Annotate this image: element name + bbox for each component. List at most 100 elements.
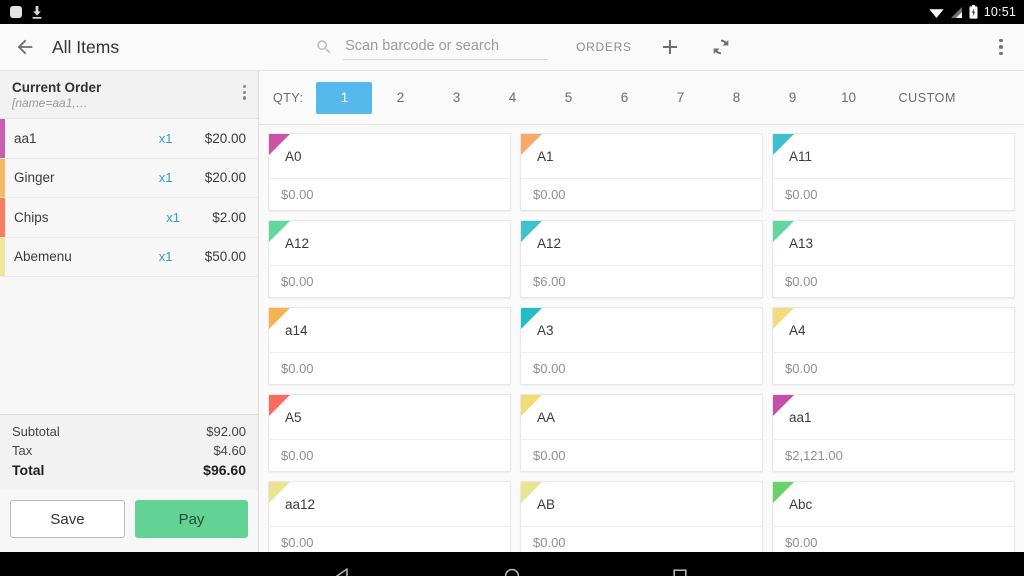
quantity-option-5[interactable]: 5 [540,82,596,114]
order-item-name: Ginger [14,170,55,186]
nav-back-icon[interactable] [334,566,354,576]
nav-recents-icon[interactable] [670,566,690,576]
overflow-menu-icon[interactable] [990,36,1012,58]
status-bar-clock: 10:51 [983,5,1016,19]
download-icon [32,5,42,19]
grand-total-value: $96.60 [203,462,246,478]
item-card-price: $0.00 [773,352,1014,384]
item-card[interactable]: A0 $0.00 [268,133,511,211]
item-card-price: $2,121.00 [773,439,1014,471]
item-card-top: A12 [521,221,762,265]
order-list-item[interactable]: aa1 x1 $20.00 [0,119,258,159]
android-status-bar: 10:51 [0,0,1024,24]
quantity-option-6[interactable]: 6 [596,82,652,114]
item-grid-row: A5 $0.00 AA $0.00 aa1 $2,121.00 [268,394,1015,472]
order-item-price: $20.00 [204,130,246,146]
page-title: All Items [52,36,120,57]
item-card[interactable]: A4 $0.00 [772,307,1015,385]
item-card-name: Abc [789,497,813,512]
item-card[interactable]: a14 $0.00 [268,307,511,385]
item-card-name: A0 [285,149,302,164]
item-card-name: A13 [789,236,814,251]
nav-home-icon[interactable] [502,566,522,576]
item-card-name: A12 [285,236,310,251]
save-button[interactable]: Save [10,500,125,538]
quantity-option-9[interactable]: 9 [764,82,820,114]
search-field-wrapper [343,34,549,60]
item-card[interactable]: A1 $0.00 [520,133,763,211]
item-card[interactable]: A12 $0.00 [268,220,511,298]
item-card[interactable]: AA $0.00 [520,394,763,472]
order-item-price: $50.00 [204,249,246,265]
item-card-price: $0.00 [269,439,510,471]
item-card-name: A5 [285,410,302,425]
item-card[interactable]: A11 $0.00 [772,133,1015,211]
order-item-qty: x1 [158,130,173,146]
item-card-top: A0 [269,134,510,178]
item-card-price: $0.00 [773,526,1014,552]
item-grid-row: A0 $0.00 A1 $0.00 A11 $0.00 [268,133,1015,211]
quantity-option-8[interactable]: 8 [708,82,764,114]
order-item-qty: x1 [166,209,180,225]
item-card[interactable]: A3 $0.00 [520,307,763,385]
cell-signal-icon [950,6,962,18]
pay-button[interactable]: Pay [135,500,248,538]
item-card-top: aa1 [773,395,1014,439]
order-item-price: $2.00 [212,209,246,225]
item-card-top: aa12 [269,482,510,526]
item-card-name: a14 [285,323,308,338]
items-panel: QTY: 1 2 3 4 5 6 7 8 9 10 CUSTOM A0 $0.00 A1 $0.00 A1… [259,71,1024,552]
order-item-qty: x1 [158,249,173,265]
quantity-option-3[interactable]: 3 [428,82,484,114]
order-overflow-menu-icon[interactable] [242,85,246,100]
quantity-option-1[interactable]: 1 [316,81,373,114]
quantity-option-10[interactable]: 10 [820,82,876,114]
quantity-option-2[interactable]: 2 [372,82,428,114]
item-card-top: Abc [773,482,1014,526]
battery-charging-icon [969,5,978,19]
item-card-top: A1 [521,134,762,178]
search-icon[interactable] [315,38,333,56]
quantity-option-4[interactable]: 4 [484,82,540,114]
item-card[interactable]: aa1 $2,121.00 [772,394,1015,472]
quantity-options: 1 2 3 4 5 6 7 8 9 10 [316,81,876,114]
item-card[interactable]: Abc $0.00 [772,481,1015,552]
grand-total-label: Total [12,462,45,478]
order-item-qty: x1 [158,170,173,186]
order-list-item[interactable]: Ginger x1 $20.00 [0,158,258,198]
item-card-top: AB [521,482,762,526]
item-card-price: $6.00 [521,265,762,297]
current-order-header: Current Order [name=aa1,… [0,71,258,119]
item-card-price: $0.00 [773,265,1014,297]
item-card[interactable]: aa12 $0.00 [268,481,511,552]
item-card-name: AB [537,497,556,512]
back-arrow-icon[interactable] [14,36,36,58]
item-card-price: $0.00 [269,526,510,552]
item-card-name: AA [537,410,556,425]
item-card[interactable]: A12 $6.00 [520,220,763,298]
total-row: Tax $4.60 [12,442,246,461]
item-card-name: A12 [537,236,562,251]
item-card-top: AA [521,395,762,439]
add-icon[interactable] [658,35,682,59]
order-totals: Subtotal $92.00 Tax $4.60 Total $96.60 [0,414,258,490]
item-card-price: $0.00 [269,178,510,210]
orders-button[interactable]: ORDERS [576,40,632,54]
current-order-subtitle: [name=aa1,… [12,96,88,110]
item-card[interactable]: AB $0.00 [520,481,763,552]
total-label: Tax [12,442,33,458]
quantity-option-7[interactable]: 7 [652,82,708,114]
item-color-strip [0,158,5,197]
item-card-grid: A0 $0.00 A1 $0.00 A11 $0.00 A12 $0.00 A12 $6.00 A1… [259,125,1024,552]
search-input[interactable] [343,34,549,60]
item-card[interactable]: A5 $0.00 [268,394,511,472]
wifi-icon [929,8,944,18]
item-card[interactable]: A13 $0.00 [772,220,1015,298]
item-card-top: A4 [773,308,1014,352]
item-card-name: A11 [789,149,813,164]
order-item-price: $20.00 [204,170,246,186]
order-list-item[interactable]: Chips x1 $2.00 [0,198,258,238]
refresh-icon[interactable] [710,36,732,58]
quantity-custom-button[interactable]: CUSTOM [898,91,956,105]
order-list-item[interactable]: Abemenu x1 $50.00 [0,237,258,277]
